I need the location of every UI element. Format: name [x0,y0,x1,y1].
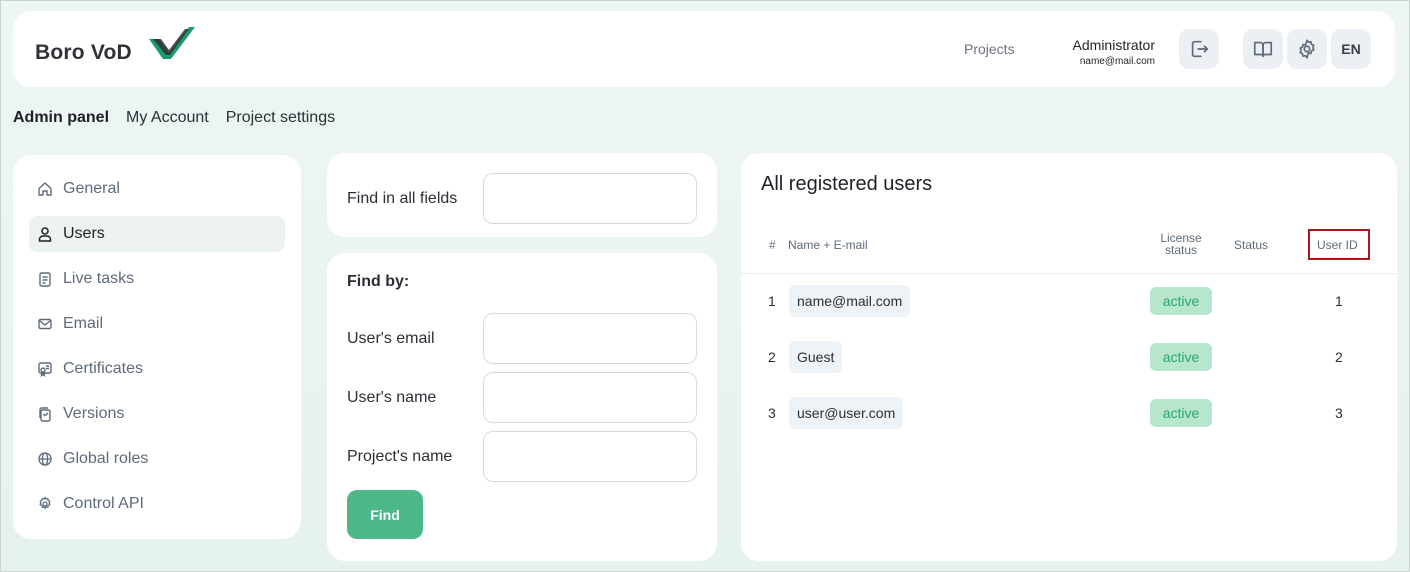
sidebar-item-control-api[interactable]: Control API [29,486,285,522]
home-icon [37,181,53,197]
sidebar-item-general[interactable]: General [29,171,285,207]
col-header-license-status[interactable]: License status [1151,232,1211,256]
row-number: 3 [768,405,776,421]
sidebar-item-live-tasks[interactable]: Live tasks [29,261,285,297]
license-status-badge: active [1150,343,1212,371]
user-name-label: User's name [347,389,437,406]
sidebar-item-versions[interactable]: Versions [29,396,285,432]
tab-project-settings[interactable]: Project settings [226,109,335,127]
search-all-card: Find in all fields [327,153,717,237]
sidebar: General Users Live tasks Email Certifica… [13,155,301,539]
col-header-status[interactable]: Status [1234,238,1268,252]
gear-icon [1299,39,1315,59]
col-header-num: # [769,238,776,252]
gear-icon [37,496,53,512]
user-email: name@mail.com [1079,56,1155,67]
logout-icon [1191,40,1209,58]
col-header-name-email[interactable]: Name + E-mail [788,238,868,252]
clipboard-icon [37,271,53,287]
sidebar-item-label: Certificates [63,360,144,377]
sidebar-item-label: Email [63,315,104,332]
logout-button[interactable] [1179,29,1219,69]
user-email-input[interactable] [483,313,697,364]
license-status-badge: active [1150,399,1212,427]
docs-button[interactable] [1243,29,1283,69]
sidebar-item-label: Live tasks [63,270,135,287]
sidebar-item-label: Control API [63,495,144,512]
app-header: Boro VoD Projects Administrator name@mai… [13,11,1395,87]
users-title: All registered users [761,173,933,195]
sidebar-item-label: Users [63,225,105,242]
find-by-title: Find by: [347,273,410,290]
user-icon [37,226,53,242]
user-id-value: 2 [1335,349,1343,365]
globe-icon [37,451,53,467]
user-name: Administrator [1072,37,1155,53]
language-button[interactable]: EN [1331,29,1371,69]
user-email-label: User's email [347,330,435,347]
users-card: All registered users # Name + E-mail Lic… [741,153,1397,561]
tab-my-account[interactable]: My Account [126,109,209,127]
user-name-chip[interactable]: name@mail.com [789,285,911,317]
project-name-label: Project's name [347,448,453,465]
sidebar-item-users[interactable]: Users [29,216,285,252]
language-label: EN [1341,41,1361,57]
user-id-value: 3 [1335,405,1343,421]
col-header-license-line2: status [1164,243,1197,257]
settings-button[interactable] [1287,29,1327,69]
row-number: 2 [768,349,776,365]
user-name-input[interactable] [483,372,697,423]
user-name-chip[interactable]: Guest [789,341,843,373]
user-id-value: 1 [1335,293,1343,309]
logo-text: Boro VoD [35,41,132,64]
sidebar-item-label: Versions [63,405,125,422]
sidebar-item-certificates[interactable]: Certificates [29,351,285,387]
user-name-chip[interactable]: user@user.com [789,397,904,429]
book-icon [1253,41,1273,58]
user-id-highlight [1308,229,1370,260]
tab-admin-panel[interactable]: Admin panel [13,109,109,127]
find-button[interactable]: Find [347,490,423,539]
license-status-badge: active [1150,287,1212,315]
nav-projects-link[interactable]: Projects [964,41,1015,57]
find-by-card: Find by: User's email User's name Projec… [327,253,717,561]
logo-check-icon [149,27,195,59]
sidebar-item-label: General [63,180,120,197]
certificate-icon [37,361,53,377]
sidebar-item-label: Global roles [63,450,149,467]
row-number: 1 [768,293,776,309]
table-divider [741,273,1397,274]
sidebar-item-global-roles[interactable]: Global roles [29,441,285,477]
user-info: Administrator name@mail.com [1073,37,1155,67]
mail-icon [37,316,53,332]
versions-icon [37,406,53,422]
sidebar-item-email[interactable]: Email [29,306,285,342]
search-all-input[interactable] [483,173,697,224]
top-tabs: Admin panel My Account Project settings [13,109,335,127]
project-name-input[interactable] [483,431,697,482]
search-all-label: Find in all fields [347,190,458,207]
